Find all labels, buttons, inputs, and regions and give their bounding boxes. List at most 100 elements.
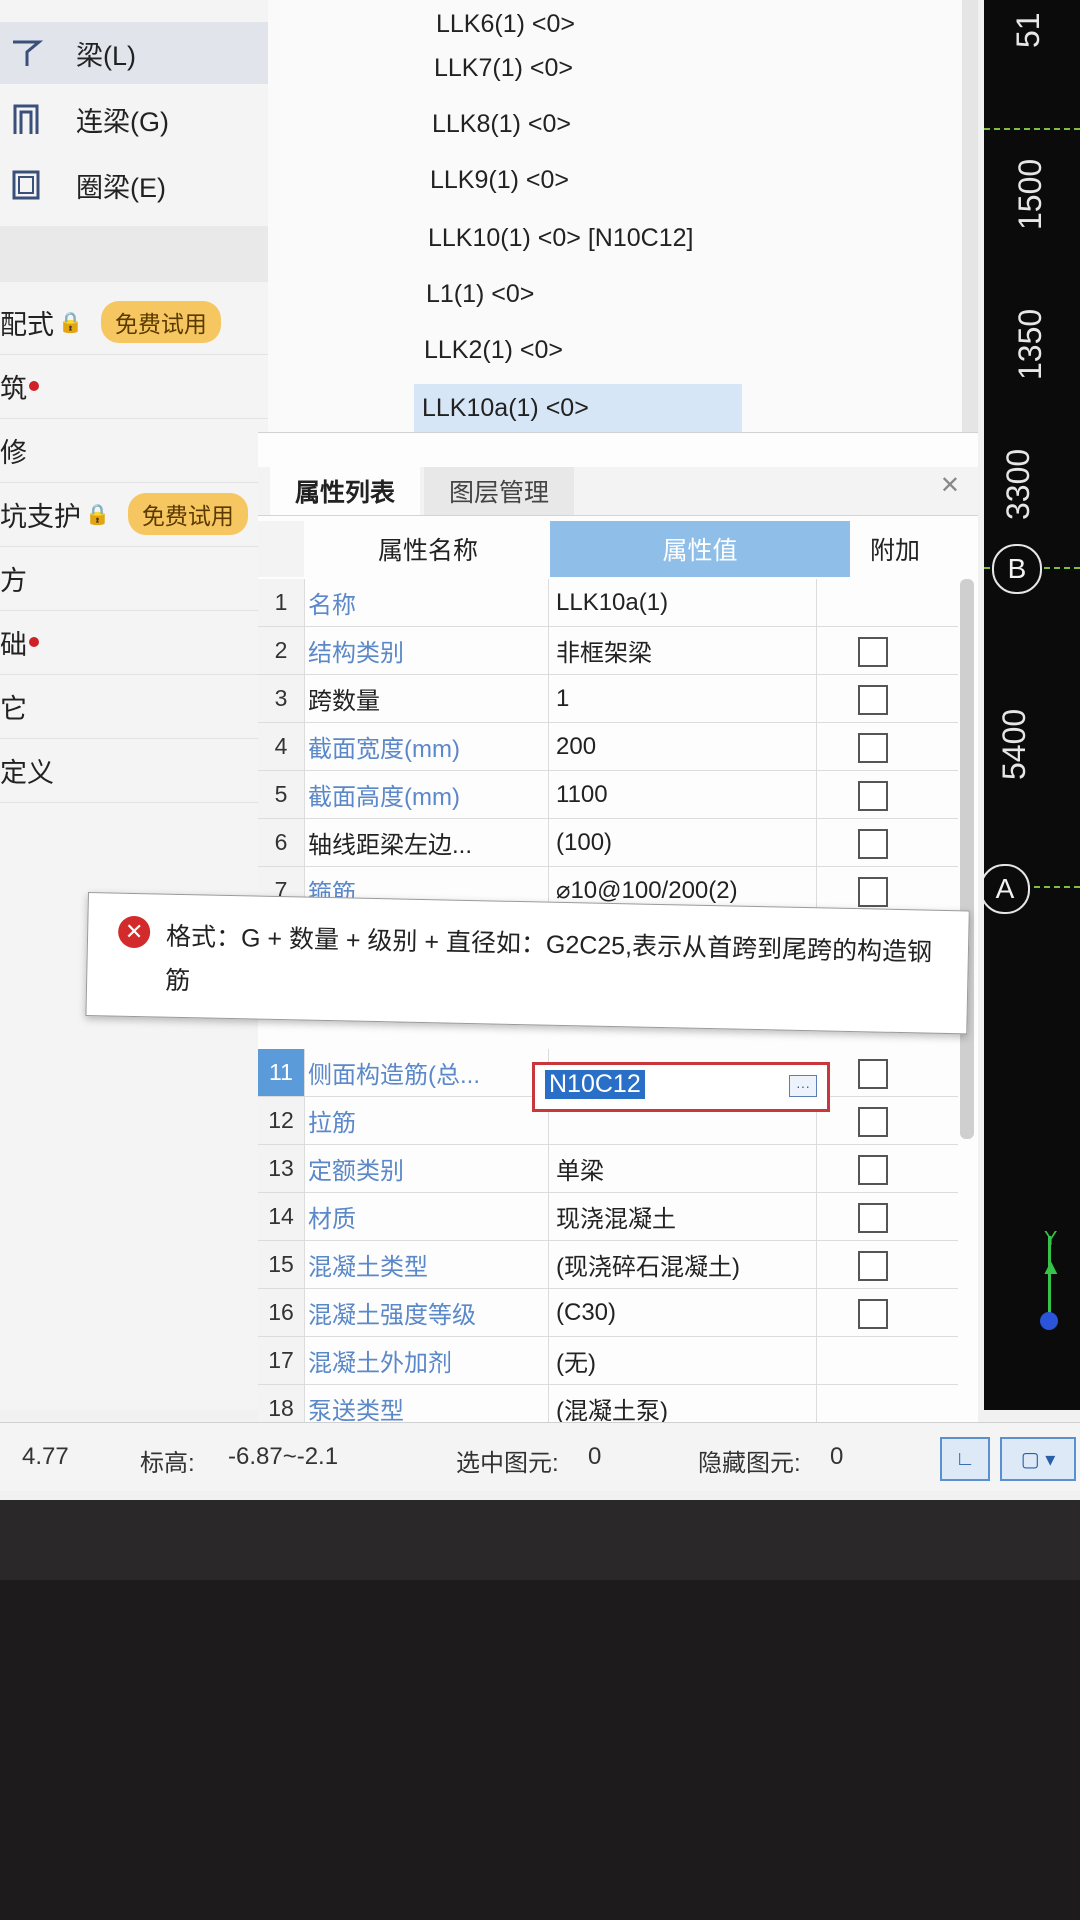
error-icon: ✕ [117,915,151,949]
row-number: 4 [258,723,305,770]
extra-checkbox[interactable] [858,1203,888,1233]
format-tooltip: ✕ 格式：G + 数量 + 级别 + 直径如：G2C25,表示从首跨到尾跨的构造… [85,892,970,1035]
list-item[interactable]: LLK7(1) <0> [426,44,573,92]
grid-line [984,128,1080,130]
extra-checkbox[interactable] [858,1107,888,1137]
extra-checkbox[interactable] [858,829,888,859]
property-row[interactable]: 17 混凝土外加剂 (无) [258,1337,958,1385]
sidebar-row-label: 筑 [0,373,27,404]
list-item[interactable]: LLK9(1) <0> [422,156,569,204]
sidebar-item-beam[interactable]: 梁(L) [0,22,268,84]
sidebar-row-other[interactable]: 它 [0,674,268,739]
selected-label: 选中图元: [456,1450,559,1477]
free-trial-badge[interactable]: 免费试用 [127,493,248,535]
property-name: 轴线距梁左边... [308,819,549,866]
sidebar-row-pit-support[interactable]: 坑支护 🔒 免费试用 [0,482,268,547]
property-row[interactable]: 6 轴线距梁左边... (100) [258,819,958,867]
extra-checkbox[interactable] [858,637,888,667]
property-value[interactable]: 现浇混凝土 [556,1193,817,1240]
snap-toggle-button[interactable]: ∟ [940,1437,990,1481]
property-name-header: 属性名称 [377,537,478,565]
property-value[interactable]: (100) [556,819,817,866]
sidebar-item-coupling-beam[interactable]: 连梁(G) [0,88,268,150]
sidebar: 梁(L) 连梁(G) 圈梁(E) 配式 🔒 免费试用 筑 修 坑支护 🔒 免费试… [0,0,269,1410]
row-number: 11 [258,1049,305,1096]
property-value[interactable]: (现浇碎石混凝土) [556,1241,817,1288]
property-name: 结构类别 [308,627,549,674]
close-icon[interactable]: ✕ [940,471,960,500]
cad-canvas[interactable]: 51 1500 1350 3300 5400 B A ▲ Y [984,0,1080,1410]
property-value-header: 属性值 [550,521,850,577]
row-number: 12 [258,1097,305,1144]
sidebar-item-ring-beam[interactable]: 圈梁(E) [0,154,268,216]
edit-cell-value[interactable]: N10C12 [545,1070,645,1099]
property-row[interactable]: 15 混凝土类型 (现浇碎石混凝土) [258,1241,958,1289]
row-number: 3 [258,675,305,722]
property-value[interactable]: 单梁 [556,1145,817,1192]
property-value[interactable]: LLK10a(1) [556,579,817,626]
lock-icon: 🔒 [85,503,110,526]
sidebar-row-custom[interactable]: 定义 [0,738,268,803]
sidebar-row-prefab[interactable]: 配式 🔒 免费试用 [0,290,268,355]
property-row[interactable]: 14 材质 现浇混凝土 [258,1193,958,1241]
property-row[interactable]: 16 混凝土强度等级 (C30) [258,1289,958,1337]
row-number-header [258,521,304,577]
property-row[interactable]: 5 截面高度(mm) 1100 [258,771,958,819]
property-row[interactable]: 4 截面宽度(mm) 200 [258,723,958,771]
ring-beam-icon [6,165,46,205]
list-item[interactable]: LLK6(1) <0> [428,0,575,48]
y-axis-arrow-icon: ▲ [1040,1254,1062,1279]
row-number: 13 [258,1145,305,1192]
view-mode-dropdown[interactable]: ▢ ▾ [1000,1437,1076,1481]
row-number: 17 [258,1337,305,1384]
row-number: 14 [258,1193,305,1240]
row-number: 16 [258,1289,305,1336]
property-name: 混凝土外加剂 [308,1337,549,1384]
list-item[interactable]: L1(1) <0> [418,270,534,318]
property-row[interactable]: 1 名称 LLK10a(1) [258,579,958,627]
sidebar-row-foundation[interactable]: 础 [0,610,268,675]
grid-scrollbar[interactable] [960,579,974,1139]
property-value[interactable]: 1 [556,675,817,722]
list-item-selected[interactable]: LLK10a(1) <0> [414,384,742,432]
side-rebar-edit-cell[interactable]: N10C12 ··· [532,1062,830,1112]
property-name: 混凝土强度等级 [308,1289,549,1336]
sidebar-row-label: 坑支护 [0,501,81,532]
extra-checkbox[interactable] [858,1299,888,1329]
dimension-label: 1350 [1012,308,1048,380]
property-name: 截面宽度(mm) [308,723,549,770]
property-value[interactable]: (无) [556,1337,817,1384]
free-trial-badge[interactable]: 免费试用 [100,301,221,343]
extra-checkbox[interactable] [858,685,888,715]
extra-checkbox[interactable] [858,733,888,763]
tab-layer-management[interactable]: 图层管理 [424,467,574,515]
extra-checkbox[interactable] [858,1251,888,1281]
sidebar-row-earthwork[interactable]: 方 [0,546,268,611]
list-item[interactable]: LLK2(1) <0> [416,326,563,374]
row-number: 2 [258,627,305,674]
ellipsis-button[interactable]: ··· [789,1075,817,1097]
property-value[interactable]: 200 [556,723,817,770]
tab-properties[interactable]: 属性列表 [270,467,420,515]
dimension-label: 5400 [996,708,1032,780]
list-item[interactable]: LLK8(1) <0> [424,100,571,148]
property-value[interactable]: 非框架梁 [556,627,817,674]
sidebar-row-label: 础 [0,629,27,660]
property-row[interactable]: 13 定额类别 单梁 [258,1145,958,1193]
row-number: 6 [258,819,305,866]
sidebar-row-decoration[interactable]: 修 [0,418,268,483]
coupling-beam-icon [6,99,46,139]
property-value[interactable]: (C30) [556,1289,817,1336]
extra-checkbox[interactable] [858,877,888,907]
extra-checkbox[interactable] [858,1059,888,1089]
extra-checkbox[interactable] [858,781,888,811]
sidebar-row-building[interactable]: 筑 [0,354,268,419]
list-scrollbar[interactable] [962,0,978,432]
sidebar-item-label: 圈梁(E) [76,172,166,203]
property-value[interactable]: 1100 [556,771,817,818]
property-row[interactable]: 3 跨数量 1 [258,675,958,723]
list-item[interactable]: LLK10(1) <0> [N10C12] [420,214,693,262]
origin-icon [1040,1312,1058,1330]
property-row[interactable]: 2 结构类别 非框架梁 [258,627,958,675]
extra-checkbox[interactable] [858,1155,888,1185]
